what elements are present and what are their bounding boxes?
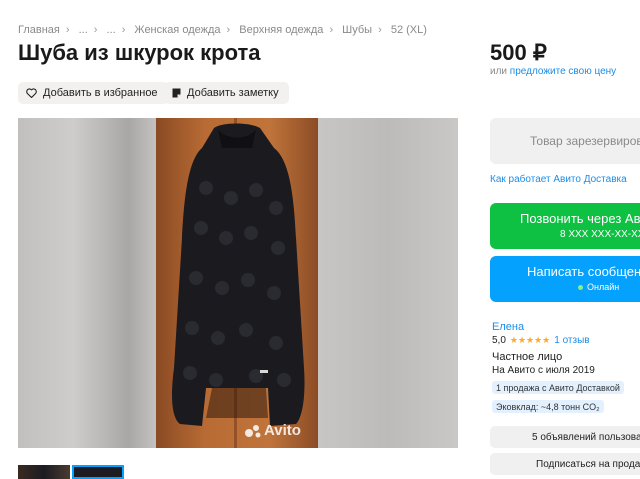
thumbnail-2[interactable] (72, 465, 124, 479)
page-title: Шуба из шкурок крота (18, 40, 261, 65)
chevron-right-icon: › (65, 24, 70, 36)
seller-listings-button[interactable]: 5 объявлений пользователя (490, 426, 640, 448)
note-icon (172, 88, 181, 98)
call-button-label: Позвонить через Авито (520, 211, 640, 226)
seller-name[interactable]: Елена (492, 321, 524, 333)
call-button[interactable]: Позвонить через Авито 8 XXX XXX-XX-XX (490, 203, 640, 249)
fur-coat-image (172, 118, 305, 448)
breadcrumb: Главная › ... › ... › Женская одежда › Верхн… (18, 24, 433, 36)
avito-logo-icon (245, 424, 261, 437)
breadcrumb-item-ellipsis-1[interactable]: ... (79, 24, 88, 36)
add-note-button[interactable]: Добавить заметку (164, 82, 289, 104)
photo-gallery[interactable]: Avito (18, 118, 458, 448)
breadcrumb-item-ellipsis-2[interactable]: ... (107, 24, 116, 36)
breadcrumb-item-size[interactable]: 52 (XL) (391, 24, 427, 36)
seller-rating: 5,0 ★★★★★ 1 отзыв (492, 335, 590, 346)
offer-price-link[interactable]: предложите свою цену (510, 66, 616, 77)
seller-type: Частное лицо (492, 351, 563, 363)
online-status-label: Онлайн (587, 282, 620, 292)
chevron-right-icon: › (378, 24, 382, 36)
call-button-phone: 8 XXX XXX-XX-XX (560, 229, 640, 240)
add-to-favorites-button[interactable]: Добавить в избранное (18, 82, 168, 104)
online-dot-icon (578, 284, 583, 290)
online-status: Онлайн (578, 282, 619, 292)
avito-watermark-text: Avito (264, 422, 301, 439)
breadcrumb-item-outerwear[interactable]: Верхняя одежда (239, 24, 323, 36)
breadcrumb-item-fur-coats[interactable]: Шубы (342, 24, 372, 36)
eco-contribution-badge: Эковклад: ~4,8 тонн CO₂ (492, 400, 604, 413)
write-message-label: Написать сообщение (527, 264, 640, 279)
chevron-right-icon: › (226, 24, 231, 36)
gallery-blur-right (318, 118, 458, 448)
add-to-favorites-label: Добавить в избранное (43, 87, 158, 99)
main-photo[interactable] (156, 118, 318, 448)
rating-stars-icon: ★★★★★ (509, 335, 551, 345)
subscribe-seller-button[interactable]: Подписаться на продавца (490, 453, 640, 475)
delivery-sales-badge: 1 продажа с Авито Доставкой (492, 381, 624, 394)
avito-watermark: Avito (244, 422, 301, 439)
delivery-info-link[interactable]: Как работает Авито Доставка (490, 174, 627, 185)
seller-since: На Авито с июля 2019 (492, 365, 595, 376)
write-message-button[interactable]: Написать сообщение Онлайн (490, 256, 640, 302)
gallery-blur-left (18, 118, 156, 448)
chevron-right-icon: › (329, 24, 334, 36)
seller-rating-value: 5,0 (492, 335, 506, 346)
chevron-right-icon: › (93, 24, 98, 36)
add-note-label: Добавить заметку (187, 87, 279, 99)
price: 500 ₽ (490, 40, 547, 65)
breadcrumb-item-womens-clothing[interactable]: Женская одежда (134, 24, 220, 36)
price-offer-or: или (490, 66, 508, 77)
price-offer-line: или предложите свою цену (490, 66, 616, 77)
seller-reviews-link[interactable]: 1 отзыв (554, 335, 589, 346)
reserved-button[interactable]: Товар зарезервирован (490, 118, 640, 164)
breadcrumb-item-home[interactable]: Главная (18, 24, 60, 36)
thumbnail-1[interactable] (18, 465, 70, 479)
heart-icon (26, 88, 37, 98)
chevron-right-icon: › (121, 24, 126, 36)
